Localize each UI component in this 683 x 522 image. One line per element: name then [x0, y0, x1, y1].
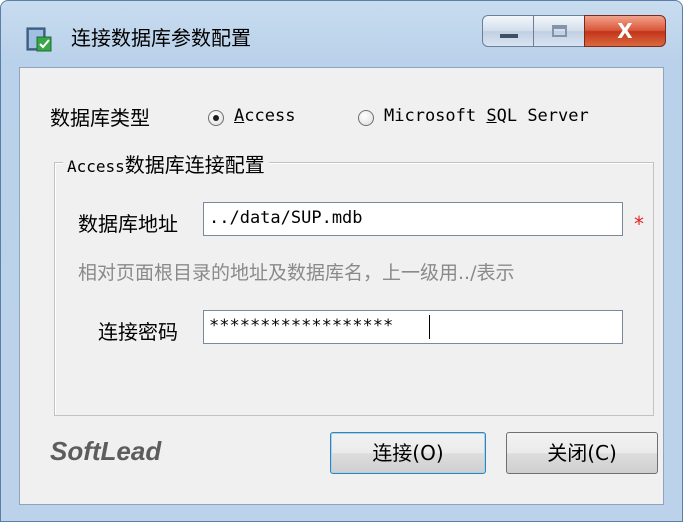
maximize-icon: [552, 25, 567, 37]
close-window-button[interactable]: X: [584, 15, 666, 47]
caption-buttons: X: [482, 15, 666, 51]
db-type-label: 数据库类型: [50, 106, 150, 130]
db-address-input[interactable]: ../data/SUP.mdb: [203, 202, 623, 236]
text-caret: [429, 315, 430, 339]
close-button[interactable]: 关闭(C): [506, 432, 658, 474]
db-address-hint: 相对页面根目录的地址及数据库名，上一级用../表示: [78, 262, 515, 284]
window-title: 连接数据库参数配置: [71, 26, 251, 50]
access-config-group: Access数据库连接配置: [54, 149, 654, 416]
radio-sql-server-label[interactable]: Microsoft SQL Server: [384, 106, 589, 126]
connect-button[interactable]: 连接(O): [330, 432, 486, 474]
dialog-body: 数据库类型 Access Microsoft SQL Server Access…: [19, 67, 664, 505]
dialog-window: 连接数据库参数配置 X 数据库类型 Access Microsoft SQL S…: [0, 0, 683, 522]
sql-accel-key: S: [486, 106, 497, 126]
brand-logo: SoftLead: [50, 436, 162, 466]
access-accel-key: A: [234, 106, 245, 126]
required-mark: *: [634, 212, 644, 236]
db-address-label: 数据库地址: [78, 212, 178, 236]
access-label-rest: ccess: [244, 106, 296, 126]
db-password-input[interactable]: ******************: [203, 310, 623, 344]
db-password-label: 连接密码: [98, 320, 178, 344]
radio-access-label[interactable]: Access: [234, 106, 295, 126]
radio-access[interactable]: [208, 110, 224, 126]
database-app-icon: [26, 27, 52, 52]
group-legend: Access数据库连接配置: [63, 149, 269, 178]
close-icon: X: [617, 19, 633, 43]
db-password-value: ******************: [209, 316, 394, 336]
maximize-button[interactable]: [533, 15, 585, 47]
sql-label-pre: Microsoft: [384, 106, 487, 126]
title-bar[interactable]: 连接数据库参数配置 X: [1, 1, 682, 67]
db-address-value: ../data/SUP.mdb: [209, 208, 363, 228]
group-legend-cjk: 数据库连接配置: [124, 153, 265, 177]
minimize-icon: [500, 34, 518, 38]
group-legend-latin: Access: [67, 157, 125, 176]
minimize-button[interactable]: [482, 15, 534, 47]
sql-label-rest: QL Server: [496, 106, 589, 126]
radio-sql-server[interactable]: [358, 110, 374, 126]
